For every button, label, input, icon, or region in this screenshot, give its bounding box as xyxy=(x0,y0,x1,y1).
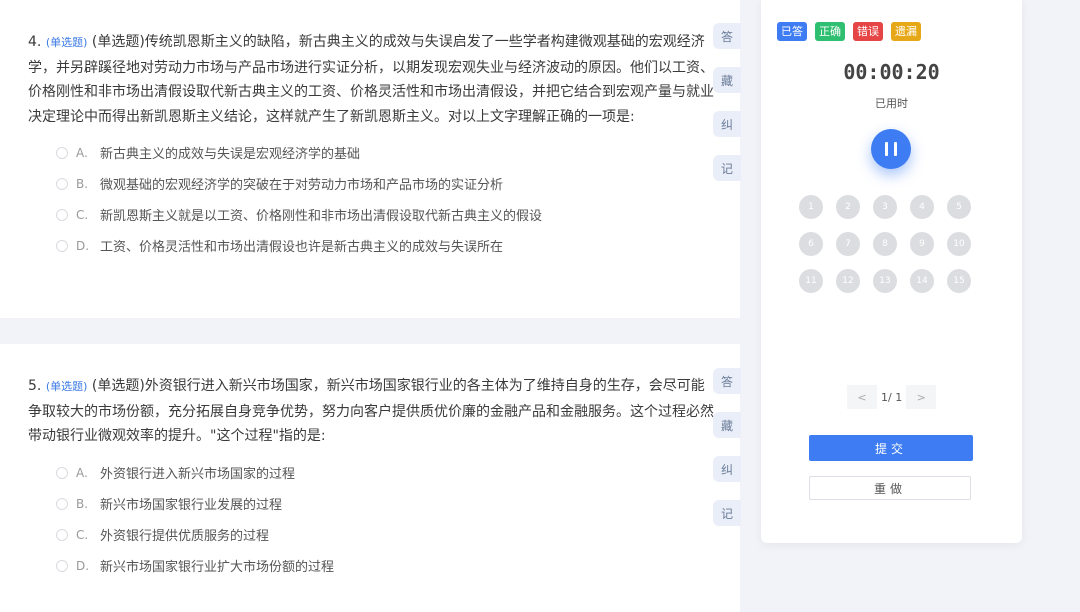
favorite-tool-button[interactable]: 藏 xyxy=(713,67,741,93)
option-b[interactable]: B. 微观基础的宏观经济学的突破在于对劳动力市场和产品市场的实证分析 xyxy=(56,168,542,199)
radio-icon[interactable] xyxy=(56,559,68,572)
question-text: 4. (单选题) (单选题)传统凯恩斯主义的缺陷，新古典主义的成效与失误启发了一… xyxy=(28,30,714,129)
answer-tool-button[interactable]: 答 xyxy=(713,23,741,49)
option-b[interactable]: B. 新兴市场国家银行业发展的过程 xyxy=(56,488,334,519)
option-text: 新兴市场国家银行业发展的过程 xyxy=(100,498,283,513)
option-text: 外资银行进入新兴市场国家的过程 xyxy=(100,467,296,482)
answer-card-number[interactable]: 13 xyxy=(873,269,897,293)
radio-icon[interactable] xyxy=(56,239,68,252)
pause-button[interactable] xyxy=(871,129,911,169)
answer-tool-button[interactable]: 答 xyxy=(713,368,741,394)
option-d[interactable]: D. 新兴市场国家银行业扩大市场份额的过程 xyxy=(56,550,334,581)
answer-card-number[interactable]: 11 xyxy=(799,269,823,293)
answer-card-number[interactable]: 4 xyxy=(910,195,934,219)
radio-icon[interactable] xyxy=(56,146,68,159)
redo-button[interactable]: 重做 xyxy=(809,476,971,500)
options-list: A. 外资银行进入新兴市场国家的过程 B. 新兴市场国家银行业发展的过程 C. … xyxy=(56,457,334,581)
answer-card-number[interactable]: 15 xyxy=(947,269,971,293)
option-letter: D. xyxy=(76,558,90,573)
question-type-badge: (单选题) xyxy=(45,36,88,49)
radio-icon[interactable] xyxy=(56,528,68,541)
legend-wrong: 错误 xyxy=(853,22,883,41)
option-text: 工资、价格灵活性和市场出清假设也许是新古典主义的成效与失误所在 xyxy=(100,240,504,255)
answer-card-number[interactable]: 12 xyxy=(836,269,860,293)
question-card-5: 5. (单选题) (单选题)外资银行进入新兴市场国家，新兴市场国家银行业的各主体… xyxy=(0,344,740,612)
pagination: < 1/ 1 > xyxy=(847,385,937,409)
option-letter: D. xyxy=(76,238,90,253)
radio-icon[interactable] xyxy=(56,177,68,190)
submit-button[interactable]: 提交 xyxy=(809,435,973,461)
option-a[interactable]: A. 新古典主义的成效与失误是宏观经济学的基础 xyxy=(56,137,542,168)
answer-card-number[interactable]: 3 xyxy=(873,195,897,219)
option-letter: A. xyxy=(76,465,88,480)
prev-page-button[interactable]: < xyxy=(847,385,877,409)
option-text: 新凯恩斯主义就是以工资、价格刚性和非市场出清假设取代新古典主义的假设 xyxy=(100,209,543,224)
option-text: 外资银行提供优质服务的过程 xyxy=(100,529,270,544)
note-tool-button[interactable]: 记 xyxy=(713,500,741,526)
question-stem: (单选题)传统凯恩斯主义的缺陷，新古典主义的成效与失误启发了一些学者构建微观基础… xyxy=(28,34,714,125)
status-legend: 已答 正确 错误 遗漏 xyxy=(777,22,929,41)
pause-icon xyxy=(894,142,897,156)
question-number: 5. xyxy=(28,378,42,394)
question-text: 5. (单选题) (单选题)外资银行进入新兴市场国家，新兴市场国家银行业的各主体… xyxy=(28,374,714,449)
legend-correct: 正确 xyxy=(815,22,845,41)
option-text: 新古典主义的成效与失误是宏观经济学的基础 xyxy=(100,147,361,162)
option-text: 新兴市场国家银行业扩大市场份额的过程 xyxy=(100,560,335,575)
radio-icon[interactable] xyxy=(56,497,68,510)
favorite-tool-button[interactable]: 藏 xyxy=(713,412,741,438)
side-tools-q4: 答 藏 纠 记 xyxy=(713,23,741,199)
option-c[interactable]: C. 新凯恩斯主义就是以工资、价格刚性和非市场出清假设取代新古典主义的假设 xyxy=(56,199,542,230)
answer-card-number[interactable]: 9 xyxy=(910,232,934,256)
pause-icon xyxy=(885,142,888,156)
answer-card-number[interactable]: 7 xyxy=(836,232,860,256)
note-tool-button[interactable]: 记 xyxy=(713,155,741,181)
answer-card-number[interactable]: 14 xyxy=(910,269,934,293)
option-letter: C. xyxy=(76,527,89,542)
answer-card-number[interactable]: 6 xyxy=(799,232,823,256)
report-error-tool-button[interactable]: 纠 xyxy=(713,111,741,137)
legend-missed: 遗漏 xyxy=(891,22,921,41)
question-stem: (单选题)外资银行进入新兴市场国家，新兴市场国家银行业的各主体为了维持自身的生存… xyxy=(28,378,714,444)
answer-card-number[interactable]: 8 xyxy=(873,232,897,256)
page-indicator: 1/ 1 xyxy=(881,390,903,404)
option-letter: B. xyxy=(76,176,89,191)
radio-icon[interactable] xyxy=(56,466,68,479)
next-page-button[interactable]: > xyxy=(906,385,937,409)
answer-card-number[interactable]: 5 xyxy=(947,195,971,219)
option-d[interactable]: D. 工资、价格灵活性和市场出清假设也许是新古典主义的成效与失误所在 xyxy=(56,230,542,261)
question-number: 4. xyxy=(28,34,42,50)
option-text: 微观基础的宏观经济学的突破在于对劳动力市场和产品市场的实证分析 xyxy=(100,178,504,193)
side-tools-q5: 答 藏 纠 记 xyxy=(713,368,741,544)
options-list: A. 新古典主义的成效与失误是宏观经济学的基础 B. 微观基础的宏观经济学的突破… xyxy=(56,137,542,261)
question-card-4: 4. (单选题) (单选题)传统凯恩斯主义的缺陷，新古典主义的成效与失误启发了一… xyxy=(0,0,740,318)
answer-sheet-panel: 已答 正确 错误 遗漏 00:00:20 已用时 1 2 3 4 5 6 7 8… xyxy=(761,0,1022,543)
option-a[interactable]: A. 外资银行进入新兴市场国家的过程 xyxy=(56,457,334,488)
timer-label: 已用时 xyxy=(875,97,908,110)
option-c[interactable]: C. 外资银行提供优质服务的过程 xyxy=(56,519,334,550)
option-letter: C. xyxy=(76,207,89,222)
option-letter: A. xyxy=(76,145,88,160)
elapsed-timer: 00:00:20 xyxy=(843,60,940,84)
radio-icon[interactable] xyxy=(56,208,68,221)
answer-card-number[interactable]: 1 xyxy=(799,195,823,219)
answer-card-number[interactable]: 2 xyxy=(836,195,860,219)
answer-card-number[interactable]: 10 xyxy=(947,232,971,256)
report-error-tool-button[interactable]: 纠 xyxy=(713,456,741,482)
legend-answered: 已答 xyxy=(777,22,807,41)
option-letter: B. xyxy=(76,496,89,511)
question-type-badge: (单选题) xyxy=(45,380,88,393)
